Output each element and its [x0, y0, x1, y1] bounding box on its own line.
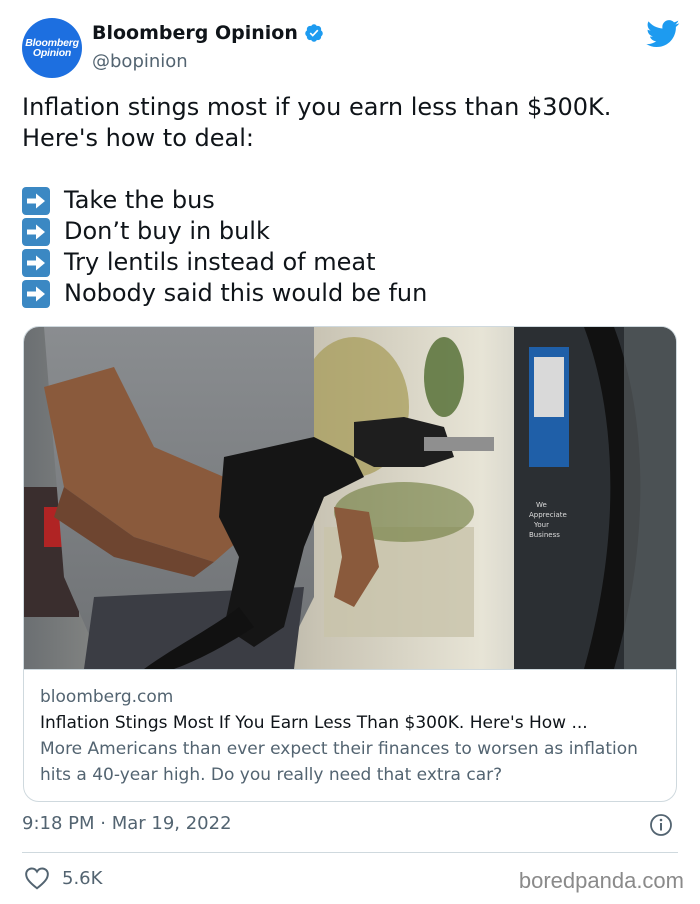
tweet-bullet: Nobody said this would be fun: [22, 278, 682, 309]
bullet-text: Take the bus: [64, 186, 215, 214]
bullet-text: Nobody said this would be fun: [64, 279, 428, 307]
right-arrow-emoji-icon: [22, 217, 50, 246]
author-name-row: Bloomberg Opinion: [92, 22, 324, 44]
info-icon[interactable]: [649, 813, 673, 837]
link-card-domain: bloomberg.com: [40, 687, 174, 707]
tweet-timestamp[interactable]: 9:18 PM · Mar 19, 2022: [22, 813, 232, 834]
tweet-bullet: Try lentils instead of meat: [22, 247, 682, 278]
bullet-text: Try lentils instead of meat: [64, 248, 376, 276]
verified-badge-icon: [305, 24, 323, 42]
heart-icon[interactable]: [24, 866, 50, 890]
author-handle[interactable]: @bopinion: [92, 51, 188, 72]
right-arrow-emoji-icon: [22, 279, 50, 308]
tweet-text: Inflation stings most if you earn less t…: [22, 92, 682, 309]
author-name[interactable]: Bloomberg Opinion: [92, 22, 298, 44]
pump-text: We: [536, 501, 547, 509]
avatar[interactable]: Bloomberg Opinion: [22, 18, 82, 78]
like-count: 5.6K: [62, 867, 103, 889]
like-action[interactable]: 5.6K: [24, 866, 102, 890]
link-card-description: More Americans than ever expect their fi…: [40, 739, 638, 785]
tweet-bullet: Don’t buy in bulk: [22, 216, 682, 247]
tweet-bullet: Take the bus: [22, 185, 682, 216]
tweet-header: Bloomberg Opinion Bloomberg Opinion @bop…: [22, 18, 682, 78]
tweet-spacer: [22, 154, 682, 185]
divider: [22, 852, 678, 853]
right-arrow-emoji-icon: [22, 186, 50, 215]
gas-pump-photo[interactable]: We Appreciate Your Business: [24, 327, 677, 669]
pump-text: Your: [533, 521, 549, 529]
link-card-body[interactable]: bloomberg.com Inflation Stings Most If Y…: [24, 669, 676, 801]
pump-text: Business: [529, 531, 560, 539]
tweet-line-2: Here's how to deal:: [22, 124, 254, 152]
tweet-line-1: Inflation stings most if you earn less t…: [22, 93, 612, 121]
link-preview-card[interactable]: We Appreciate Your Business bloomberg.co…: [23, 326, 677, 802]
watermark: boredpanda.com: [518, 868, 684, 893]
pump-text: Appreciate: [529, 511, 567, 519]
right-arrow-emoji-icon: [22, 248, 50, 277]
link-card-title: Inflation Stings Most If You Earn Less T…: [40, 713, 588, 733]
avatar-text-line2: Opinion: [32, 47, 72, 59]
bullet-text: Don’t buy in bulk: [64, 217, 270, 245]
twitter-bird-icon[interactable]: [646, 20, 680, 48]
